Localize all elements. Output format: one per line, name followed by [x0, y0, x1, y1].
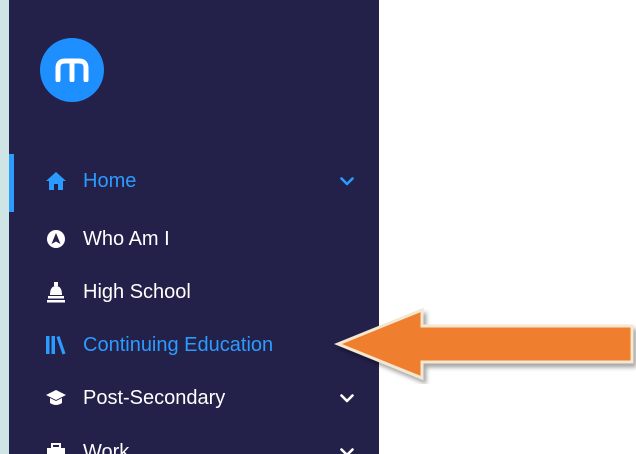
sidebar: Home Who Am I High School Continuing Edu…	[9, 0, 379, 454]
briefcase-icon	[45, 441, 67, 454]
sidebar-item-label: Who Am I	[83, 227, 170, 250]
logo[interactable]	[40, 38, 104, 102]
sidebar-item-label: Work	[83, 440, 130, 454]
logo-m-icon	[55, 58, 89, 82]
sidebar-item-label: High School	[83, 280, 191, 303]
chevron-down-icon[interactable]	[337, 171, 357, 191]
sidebar-item-label: Home	[83, 169, 137, 192]
sidebar-item-continuing-education[interactable]: Continuing Education	[9, 325, 379, 365]
annotation-arrow	[334, 307, 634, 381]
sidebar-item-post-secondary[interactable]: Post-Secondary	[9, 378, 379, 418]
compass-icon	[45, 228, 67, 250]
sidebar-item-label: Post-Secondary	[83, 386, 226, 409]
chevron-down-icon[interactable]	[337, 388, 357, 408]
sidebar-item-work[interactable]: Work	[9, 432, 379, 454]
books-icon	[45, 334, 67, 356]
sidebar-item-home[interactable]: Home	[9, 161, 379, 201]
sidebar-item-label: Continuing Education	[83, 333, 274, 356]
sidebar-item-high-school[interactable]: High School	[9, 272, 379, 312]
school-bell-icon	[45, 281, 67, 303]
sidebar-item-who-am-i[interactable]: Who Am I	[9, 219, 379, 259]
chevron-down-icon[interactable]	[337, 442, 357, 454]
left-edge-strip	[0, 0, 9, 454]
home-icon	[45, 170, 67, 192]
graduation-cap-icon	[45, 387, 67, 409]
